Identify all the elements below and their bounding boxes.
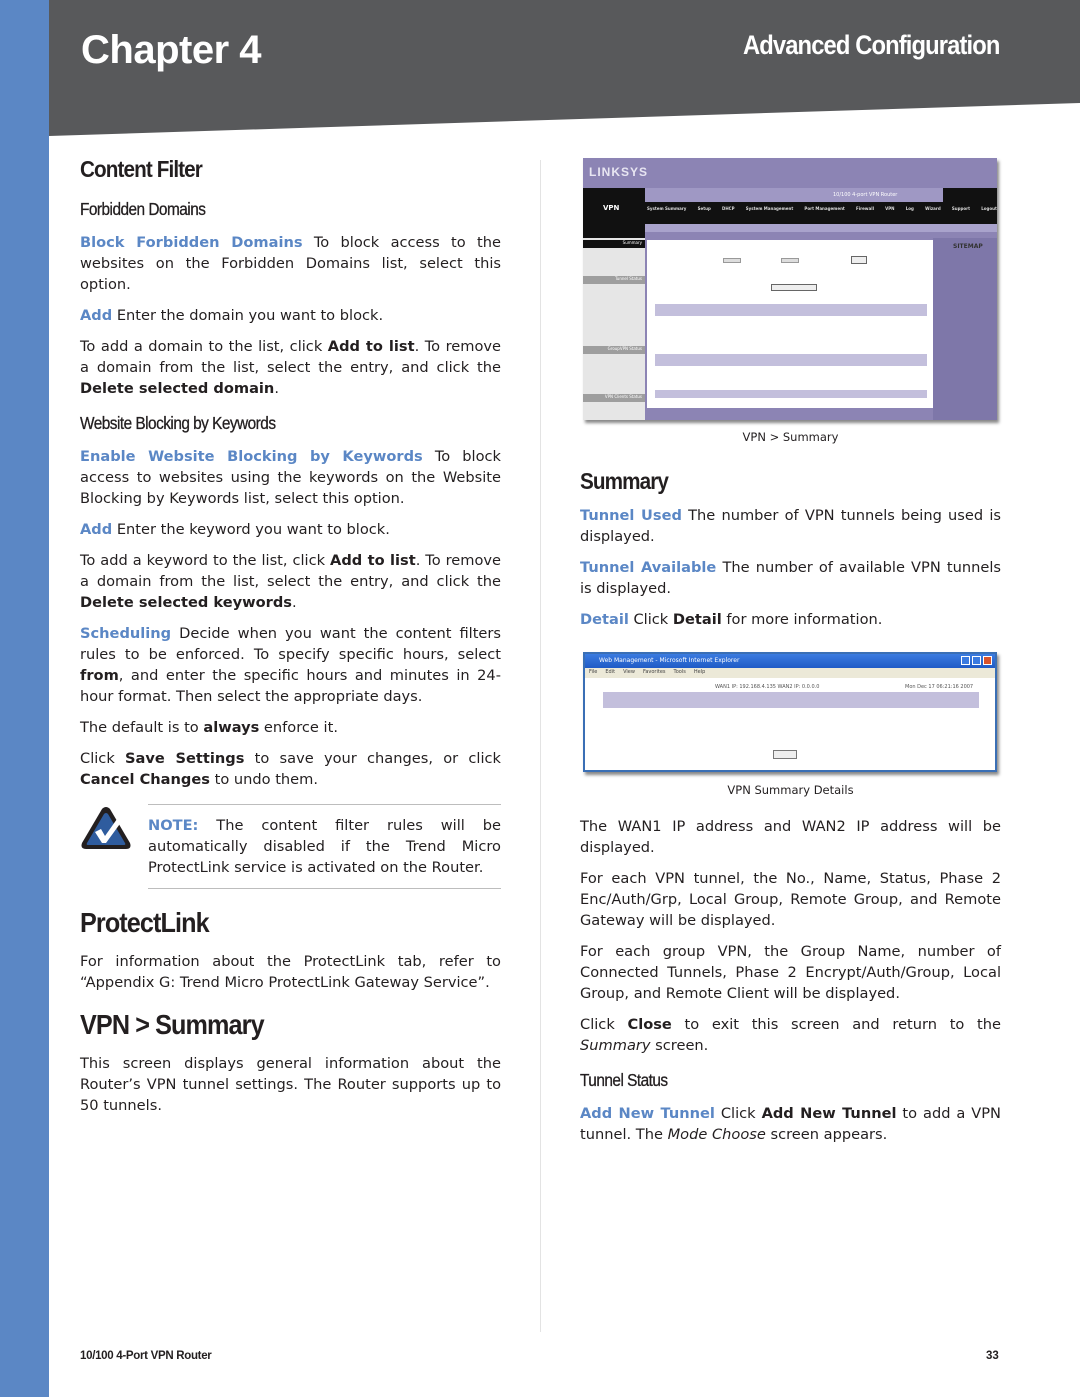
product-name: 10/100 4-port VPN Router — [833, 192, 898, 198]
window-title: Web Management - Microsoft Internet Expl… — [599, 657, 740, 664]
para-protectlink: For information about the ProtectLink ta… — [80, 953, 501, 991]
menu-bar: File Edit View Favorites Tools Help — [589, 669, 705, 675]
note-box: NOTE: The content filter rules will be a… — [80, 804, 501, 889]
section-title: Advanced Configuration — [743, 30, 1000, 60]
chapter-side-bar — [0, 0, 49, 1397]
vpn-summary-details-screenshot: Web Management - Microsoft Internet Expl… — [583, 652, 997, 772]
heading-summary: Summary — [580, 468, 669, 494]
para-close: Click Close to exit this screen and retu… — [580, 1016, 1002, 1054]
page-label: VPN — [603, 204, 620, 212]
menu-item[interactable]: View — [623, 669, 635, 675]
nav-tab[interactable]: Firewall — [856, 206, 874, 220]
para-scheduling: Scheduling Decide when you want the cont… — [80, 625, 501, 705]
term-block-forbidden-domains: Block Forbidden Domains — [80, 234, 303, 251]
nav-tab[interactable]: Logout — [981, 206, 997, 220]
checkmark-note-icon — [81, 807, 131, 849]
side-menu-item[interactable]: GroupVPN Status — [583, 346, 645, 354]
menu-item[interactable]: Edit — [605, 669, 615, 675]
menu-item[interactable]: Tools — [674, 669, 686, 675]
side-menu-item[interactable]: Tunnel Status — [583, 276, 645, 284]
note-text: NOTE: The content filter rules will be a… — [148, 817, 501, 876]
page-number: 33 — [986, 1350, 999, 1362]
term-add: Add — [80, 307, 113, 324]
figure-caption-vpn-summary-details: VPN Summary Details — [727, 783, 854, 797]
para-detail: Detail Click Detail for more information… — [580, 611, 883, 628]
nav-tab[interactable]: System Management — [746, 206, 794, 220]
para-add-to-list-keyword: To add a keyword to the list, click Add … — [80, 552, 501, 611]
footer-product: 10/100 4-Port VPN Router — [80, 1350, 212, 1362]
term-enable-keywords: Enable Website Blocking by Keywords — [80, 448, 423, 465]
nav-tab[interactable]: Support — [952, 206, 970, 220]
para-add-keyword: Add Enter the keyword you want to block. — [80, 521, 390, 538]
note-bottom-rule — [148, 888, 501, 889]
menu-item[interactable]: File — [589, 669, 597, 675]
nav-tab[interactable]: VPN — [885, 206, 894, 220]
nav-tabs: System Summary Setup DHCP System Management… — [647, 206, 997, 220]
side-menu-item[interactable]: Summary — [583, 240, 645, 248]
tunnel-table-header — [655, 304, 927, 316]
details-table-header — [603, 692, 979, 708]
nav-tab[interactable]: DHCP — [722, 206, 735, 220]
nav-tab[interactable]: Port Management — [804, 206, 844, 220]
para-tunnel-used: Tunnel Used The number of VPN tunnels be… — [580, 507, 1001, 545]
linksys-logo: LINKSYS — [589, 165, 649, 179]
nav-tab[interactable]: Log — [906, 206, 914, 220]
heading-content-filter: Content Filter — [80, 156, 203, 182]
column-divider — [540, 160, 541, 1332]
para-vpn-summary: This screen displays general information… — [80, 1055, 501, 1114]
side-menu-item[interactable]: VPN Clients Status — [583, 394, 645, 402]
para-add-to-list-domain: To add a domain to the list, click Add t… — [80, 338, 501, 397]
sitemap-label: SITEMAP — [953, 243, 983, 250]
para-block-forbidden: Block Forbidden Domains To block access … — [80, 234, 501, 293]
para-wan: The WAN1 IP address and WAN2 IP address … — [580, 818, 1001, 856]
heading-protectlink: ProtectLink — [80, 907, 210, 938]
nav-tab[interactable]: Wizard — [925, 206, 941, 220]
para-add-domain: Add Enter the domain you want to block. — [80, 307, 384, 324]
heading-website-blocking-keywords: Website Blocking by Keywords — [80, 413, 276, 433]
term-scheduling: Scheduling — [80, 625, 172, 642]
left-column: Content Filter Forbidden Domains Block F… — [80, 150, 501, 1126]
minimize-button[interactable] — [961, 656, 970, 665]
right-column-lower: The WAN1 IP address and WAN2 IP address … — [580, 816, 1001, 1155]
group-table-header — [655, 354, 927, 366]
para-tunnel-available: Tunnel Available The number of available… — [580, 559, 1001, 597]
term-add: Add — [80, 521, 113, 538]
detail-button[interactable] — [851, 256, 867, 264]
menu-item[interactable]: Help — [694, 669, 705, 675]
maximize-button[interactable] — [972, 656, 981, 665]
vpn-summary-screenshot: LINKSYS VPN 10/100 4-port VPN Router Sys… — [583, 158, 997, 420]
heading-tunnel-status: Tunnel Status — [580, 1070, 668, 1090]
close-button[interactable] — [773, 750, 797, 759]
para-enable-keywords: Enable Website Blocking by Keywords To b… — [80, 448, 501, 507]
date-time: Mon Dec 17 06:21:16 2007 — [905, 684, 974, 690]
note-top-rule — [148, 804, 501, 805]
chapter-title: Chapter 4 — [81, 28, 262, 72]
para-each-group: For each group VPN, the Group Name, numb… — [580, 943, 1001, 1002]
side-menu: Summary Tunnel Status GroupVPN Status VPN C… — [583, 238, 645, 420]
para-add-new-tunnel: Add New Tunnel Click Add New Tunnel to a… — [580, 1105, 1001, 1143]
heading-vpn-summary: VPN > Summary — [80, 1009, 265, 1040]
wan-info: WAN1 IP: 192.168.4.135 WAN2 IP: 0.0.0.0 — [715, 684, 820, 690]
para-save-settings: Click Save Settings to save your changes… — [80, 750, 501, 788]
client-table-header — [655, 390, 927, 398]
nav-tab[interactable]: System Summary — [647, 206, 686, 220]
nav-tab[interactable]: Setup — [698, 206, 711, 220]
right-column: Summary Tunnel Used The number of VPN tu… — [580, 468, 1001, 640]
figure-caption-vpn-summary: VPN > Summary — [742, 430, 839, 444]
heading-forbidden-domains: Forbidden Domains — [80, 199, 206, 219]
menu-item[interactable]: Favorites — [643, 669, 666, 675]
close-window-button[interactable] — [983, 656, 992, 665]
para-each-tunnel: For each VPN tunnel, the No., Name, Stat… — [580, 870, 1001, 929]
add-new-tunnel-button[interactable] — [771, 284, 817, 291]
para-default: The default is to always enforce it. — [80, 719, 338, 736]
